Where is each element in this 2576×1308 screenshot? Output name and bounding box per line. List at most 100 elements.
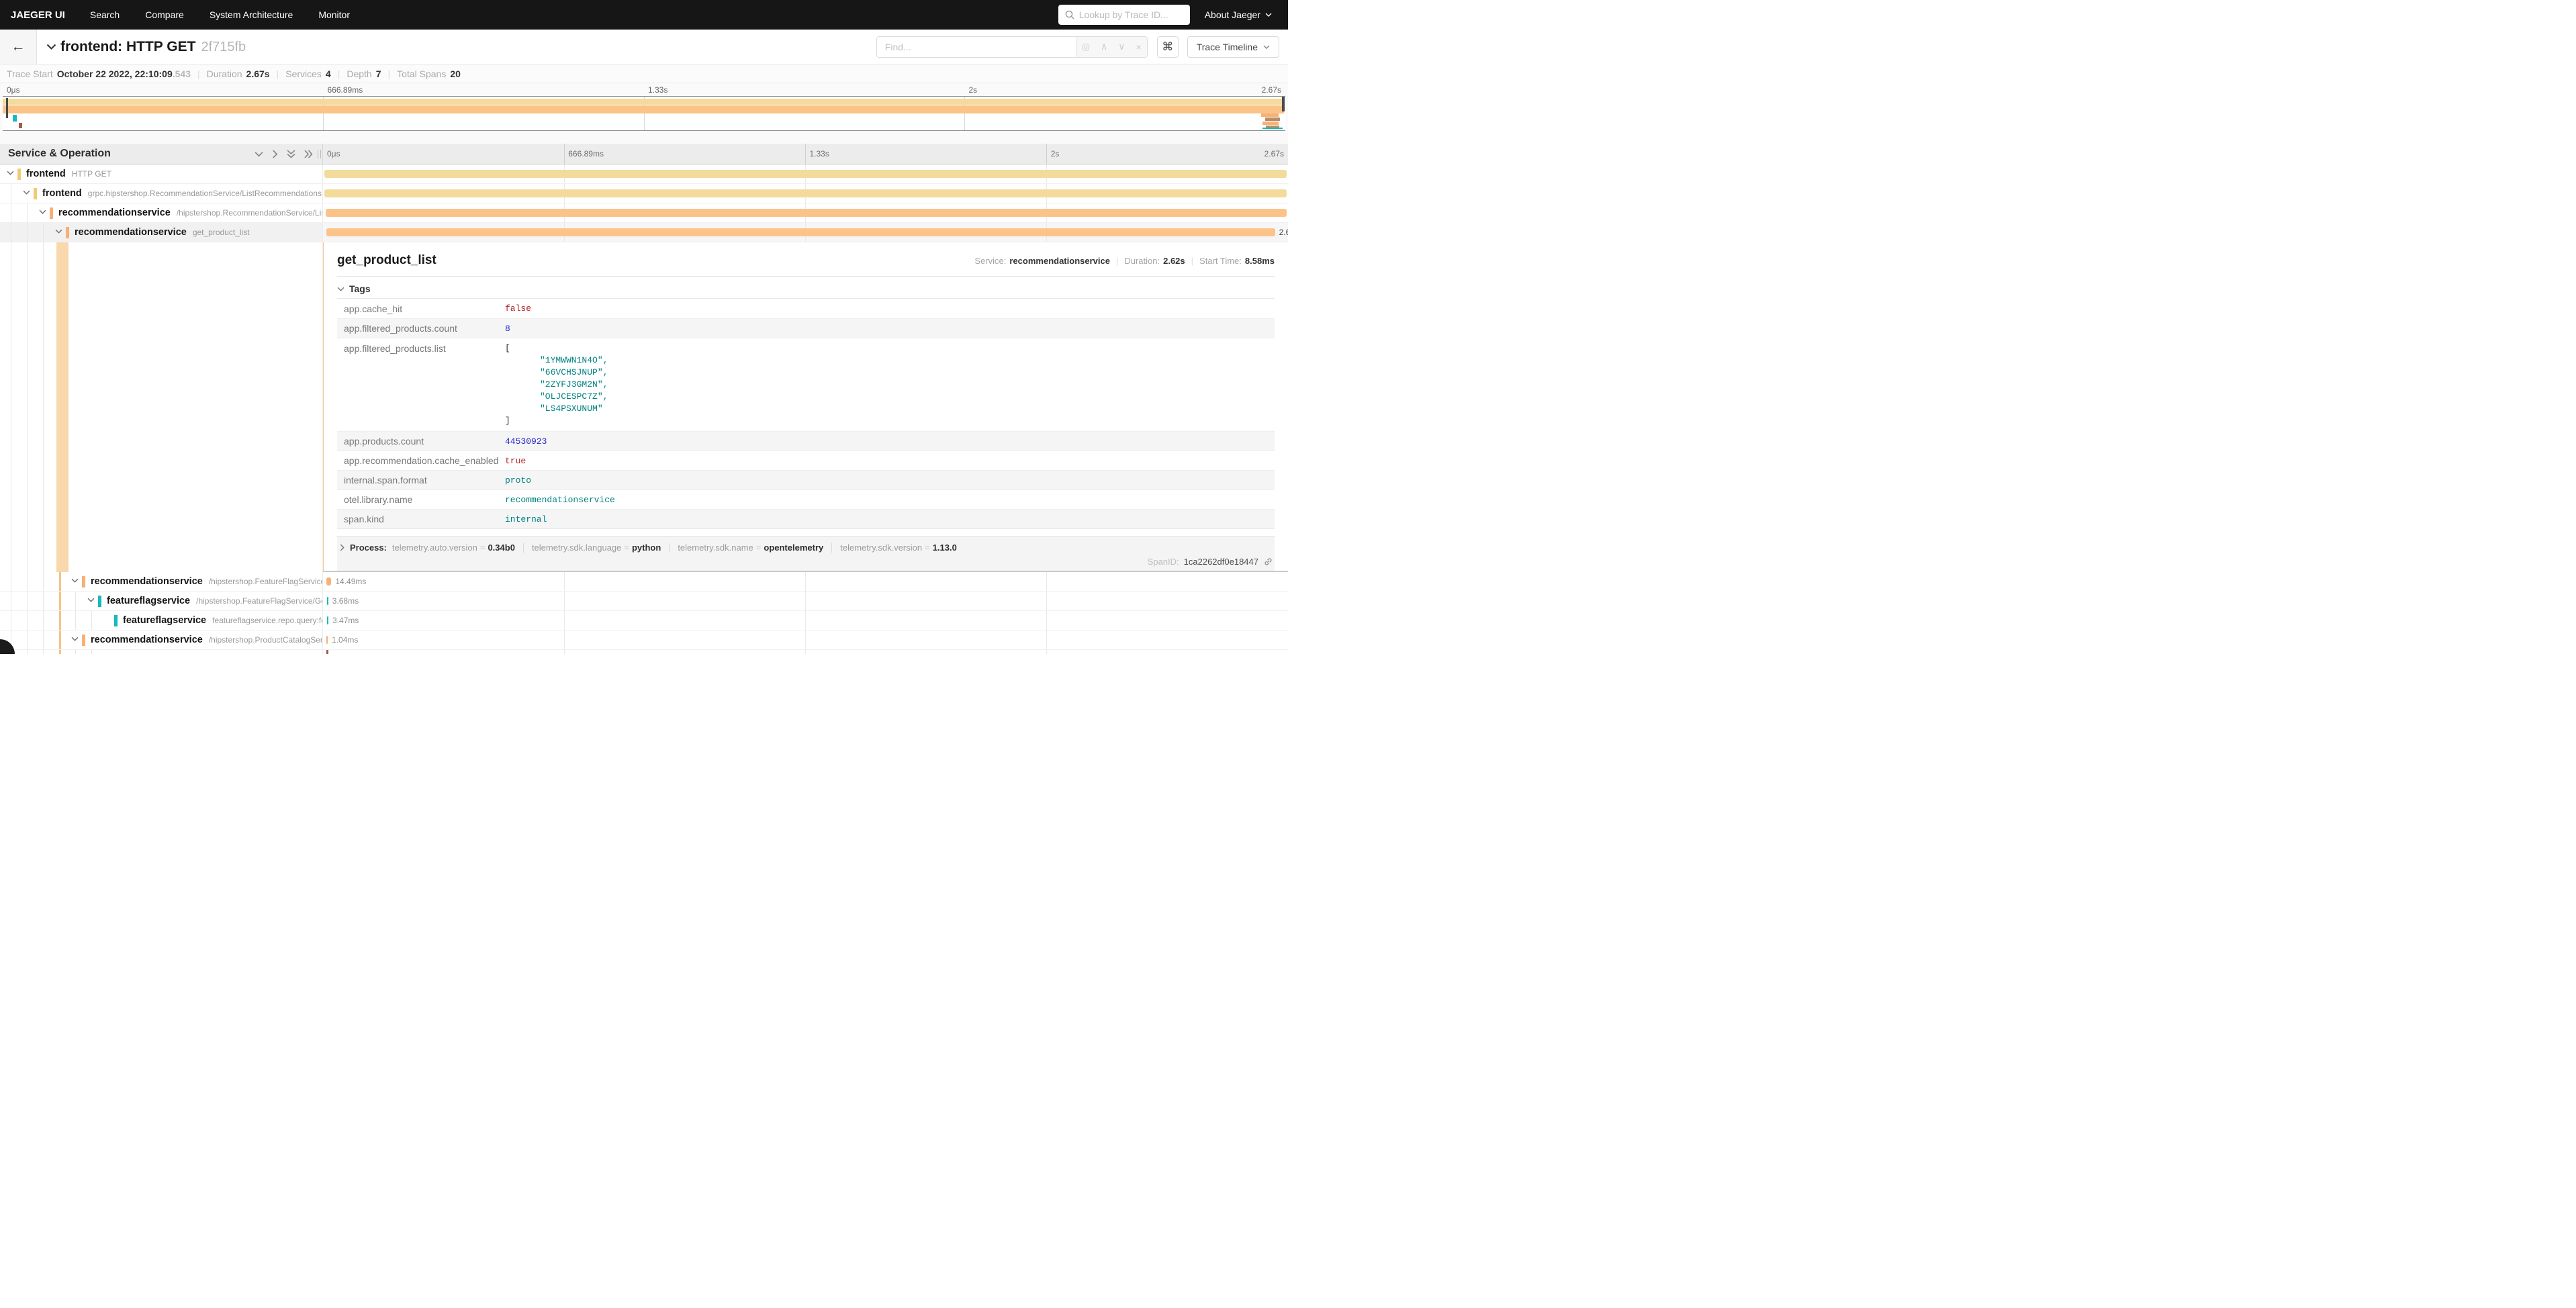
nav-item-search[interactable]: Search (77, 9, 132, 20)
tree-guide (43, 592, 44, 610)
tag-key: span.kind (337, 514, 505, 524)
expand-chevron-icon[interactable] (7, 171, 14, 175)
expand-chevron-icon[interactable] (39, 209, 46, 214)
tag-value: false (505, 303, 531, 314)
span-row[interactable]: featureflagservicefeatureflagservice.rep… (0, 611, 1288, 630)
process-row[interactable]: Process: telemetry.auto.version=0.34b0te… (337, 543, 1275, 553)
minimap-drag-handle-right[interactable] (1282, 97, 1285, 111)
expand-chevron-icon[interactable] (87, 598, 95, 602)
span-row-timeline[interactable]: 1.04ms (323, 630, 1288, 650)
expand-one-icon[interactable] (272, 150, 278, 158)
nav-item-system-architecture[interactable]: System Architecture (197, 9, 306, 20)
span-row-name-column[interactable]: featureflagservice/hipstershop.FeatureFl… (0, 592, 323, 611)
trace-lookup-input[interactable] (1079, 9, 1183, 20)
span-bar[interactable] (326, 228, 1275, 236)
span-row-name-column[interactable] (0, 650, 323, 654)
span-bar[interactable] (327, 616, 328, 624)
expand-chevron-icon[interactable] (71, 578, 79, 583)
span-row[interactable] (0, 650, 1288, 654)
clear-find-icon[interactable]: × (1131, 42, 1147, 52)
span-bar[interactable] (326, 650, 328, 654)
span-row[interactable]: frontendHTTP GET (0, 165, 1288, 184)
trace-collapse-toggle[interactable] (46, 44, 56, 50)
span-bar[interactable] (326, 577, 332, 586)
span-row-timeline[interactable]: 3.47ms (323, 611, 1288, 630)
span-row-timeline[interactable] (323, 650, 1288, 654)
span-bar[interactable] (324, 189, 1287, 197)
tags-section-toggle[interactable]: Tags (337, 283, 1275, 294)
top-nav: JAEGER UI Search Compare System Architec… (0, 0, 1288, 30)
keyboard-shortcuts-button[interactable]: ⌘ (1157, 36, 1179, 58)
expand-chevron-icon[interactable] (55, 229, 62, 234)
nav-item-monitor[interactable]: Monitor (306, 9, 363, 20)
trace-view-label: Trace Timeline (1197, 42, 1258, 52)
service-color-strip (66, 227, 69, 238)
minimap-span-cluster (1262, 122, 1279, 125)
minimap-drag-handle-left[interactable] (6, 98, 8, 118)
span-row[interactable]: featureflagservice/hipstershop.FeatureFl… (0, 592, 1288, 611)
span-row-timeline[interactable] (323, 184, 1288, 203)
summary-total-spans: Total Spans 20 (397, 68, 461, 79)
trace-summary-bar: Trace Start October 22 2022, 22:10:09 .5… (0, 64, 1288, 83)
span-bar[interactable] (326, 209, 1287, 217)
expand-chevron-icon[interactable] (23, 190, 30, 195)
minimap-canvas[interactable] (3, 96, 1285, 131)
nav-item-compare[interactable]: Compare (132, 9, 197, 20)
span-row-timeline[interactable] (323, 165, 1288, 184)
focus-match-icon[interactable]: ◎ (1076, 41, 1095, 52)
tag-row: app.products.count44530923 (337, 431, 1275, 451)
find-input[interactable] (877, 37, 1076, 57)
collapse-all-icon[interactable] (287, 150, 295, 158)
minimap-tick: 2s (969, 85, 978, 95)
span-id-row: SpanID: 1ca2262df0e18447 (337, 554, 1275, 571)
span-duration-label: 3.47ms (332, 616, 359, 625)
span-row[interactable]: recommendationservice/hipstershop.Produc… (0, 630, 1288, 650)
service-name: frontend (26, 169, 66, 179)
span-bar[interactable] (327, 597, 328, 605)
span-rows-top: frontendHTTP GETfrontendgrpc.hipstershop… (0, 165, 1288, 242)
divider (337, 276, 1275, 277)
tag-value: proto (505, 475, 531, 485)
span-row[interactable]: recommendationservice/hipstershop.Recomm… (0, 203, 1288, 223)
span-row-timeline[interactable]: 3.68ms (323, 592, 1288, 611)
span-row-name-column[interactable]: recommendationservice/hipstershop.Produc… (0, 630, 323, 650)
prev-match-icon[interactable]: ∧ (1095, 41, 1113, 52)
collapse-one-icon[interactable] (255, 151, 263, 157)
span-row[interactable]: recommendationservice/hipstershop.Featur… (0, 572, 1288, 592)
app-logo[interactable]: JAEGER UI (0, 9, 77, 21)
expand-chevron-icon[interactable] (71, 637, 79, 641)
span-row-name-column[interactable]: recommendationservice/hipstershop.Featur… (0, 572, 323, 592)
tree-guide (27, 611, 28, 630)
back-button[interactable]: ← (0, 30, 37, 64)
find-controls: ◎ ∧ ∨ × (1076, 37, 1147, 57)
about-jaeger-menu[interactable]: About Jaeger (1205, 9, 1272, 20)
span-bar[interactable] (326, 636, 328, 644)
span-row[interactable]: frontendgrpc.hipstershop.RecommendationS… (0, 184, 1288, 203)
span-row-name-column[interactable]: recommendationservice/hipstershop.Recomm… (0, 203, 323, 223)
tag-row: app.filtered_products.list["1YMWWN1N4O",… (337, 338, 1275, 431)
tree-guide-column (0, 242, 323, 572)
trace-view-selector[interactable]: Trace Timeline (1187, 36, 1279, 58)
tag-row: span.kindinternal (337, 509, 1275, 528)
trace-title: frontend: HTTP GET2f715fb (60, 39, 246, 55)
operation-name: /hipstershop.RecommendationService/Lis… (177, 208, 323, 218)
tree-guide (59, 630, 61, 649)
expand-all-icon[interactable] (304, 150, 313, 158)
tag-row: app.filtered_products.count8 (337, 318, 1275, 338)
tag-key: app.filtered_products.list (337, 338, 505, 354)
span-row-timeline[interactable]: 14.49ms (323, 572, 1288, 592)
span-row[interactable]: recommendationserviceget_product_list2.6… (0, 223, 1288, 242)
span-row-timeline[interactable] (323, 203, 1288, 223)
link-icon[interactable] (1263, 557, 1273, 567)
next-match-icon[interactable]: ∨ (1113, 41, 1130, 52)
span-row-name-column[interactable]: recommendationserviceget_product_list (0, 223, 323, 242)
divider (523, 543, 524, 553)
minimap-span-teal-thin (1262, 128, 1283, 129)
span-row-timeline[interactable]: 2.62s (323, 223, 1288, 242)
span-row-name-column[interactable]: featureflagservicefeatureflagservice.rep… (0, 611, 323, 630)
column-resizer[interactable] (318, 150, 321, 158)
span-row-name-column[interactable]: frontendgrpc.hipstershop.RecommendationS… (0, 184, 323, 203)
span-bar[interactable] (324, 170, 1287, 178)
span-row-name-column[interactable]: frontendHTTP GET (0, 165, 323, 184)
span-duration-value: 2.62s (1163, 256, 1185, 266)
